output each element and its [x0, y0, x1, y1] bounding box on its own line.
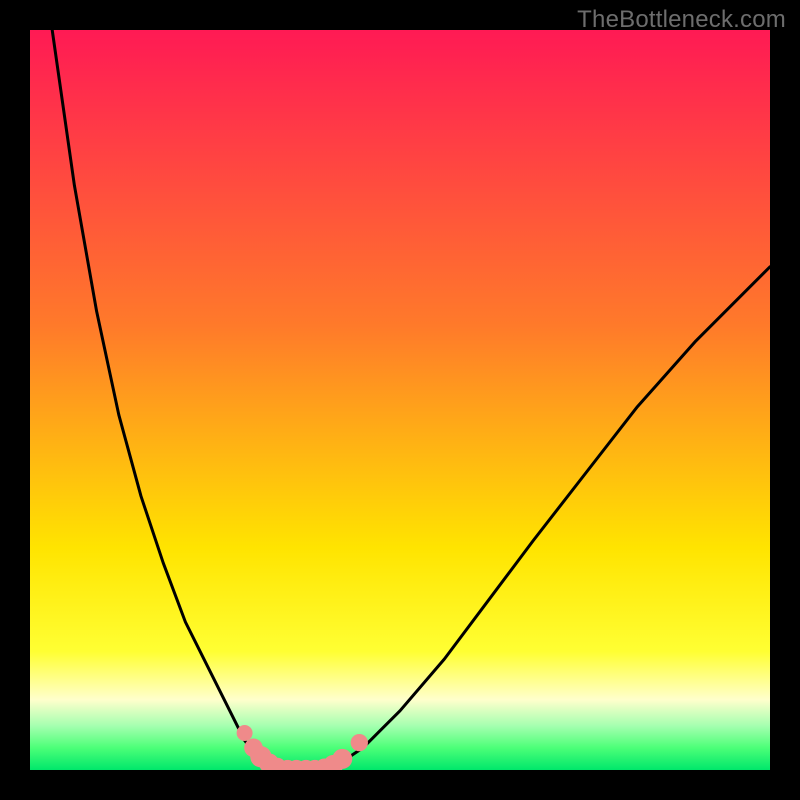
data-marker [332, 749, 352, 769]
chart-frame: TheBottleneck.com [0, 0, 800, 800]
curve-layer [30, 30, 770, 770]
data-marker [351, 734, 368, 751]
data-marker [237, 725, 253, 741]
watermark-text: TheBottleneck.com [577, 6, 786, 34]
plot-area [30, 30, 770, 770]
bottleneck-curve [52, 30, 770, 769]
